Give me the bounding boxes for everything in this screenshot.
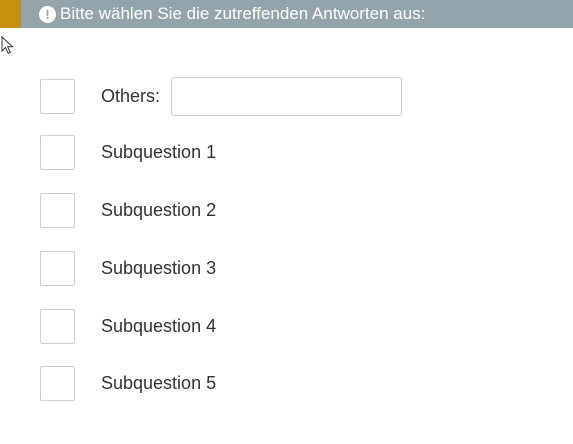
option-others: Others:	[40, 76, 403, 116]
question-alert-bar: ! Bitte wählen Sie die zutreffenden Antw…	[0, 0, 573, 28]
checkbox-subquestion-5[interactable]	[40, 365, 75, 401]
exclamation-circle-icon: !	[39, 5, 56, 23]
mouse-pointer-icon	[1, 36, 14, 55]
subquestion-2-label: Subquestion 2	[101, 199, 217, 220]
others-label: Others:	[101, 85, 161, 106]
checkbox-subquestion-3[interactable]	[40, 250, 75, 286]
subquestion-3-label: Subquestion 3	[101, 257, 217, 278]
alert-text: Bitte wählen Sie die zutreffenden Antwor…	[60, 4, 426, 23]
option-subquestion-4: Subquestion 4	[40, 307, 216, 345]
alert-message: ! Bitte wählen Sie die zutreffenden Antw…	[21, 0, 573, 28]
option-subquestion-2: Subquestion 2	[40, 191, 216, 229]
subquestion-4-label: Subquestion 4	[101, 315, 217, 336]
option-subquestion-1: Subquestion 1	[40, 133, 216, 171]
subquestion-5-label: Subquestion 5	[101, 372, 217, 393]
option-subquestion-5: Subquestion 5	[40, 364, 216, 402]
option-subquestion-3: Subquestion 3	[40, 249, 216, 287]
alert-accent-strip	[0, 0, 21, 28]
others-text-input[interactable]	[171, 76, 403, 116]
subquestion-1-label: Subquestion 1	[101, 141, 217, 162]
survey-question: ! Bitte wählen Sie die zutreffenden Antw…	[0, 0, 573, 444]
checkbox-subquestion-2[interactable]	[40, 192, 75, 228]
checkbox-others[interactable]	[40, 78, 75, 114]
checkbox-subquestion-4[interactable]	[40, 308, 75, 344]
checkbox-subquestion-1[interactable]	[40, 134, 75, 170]
